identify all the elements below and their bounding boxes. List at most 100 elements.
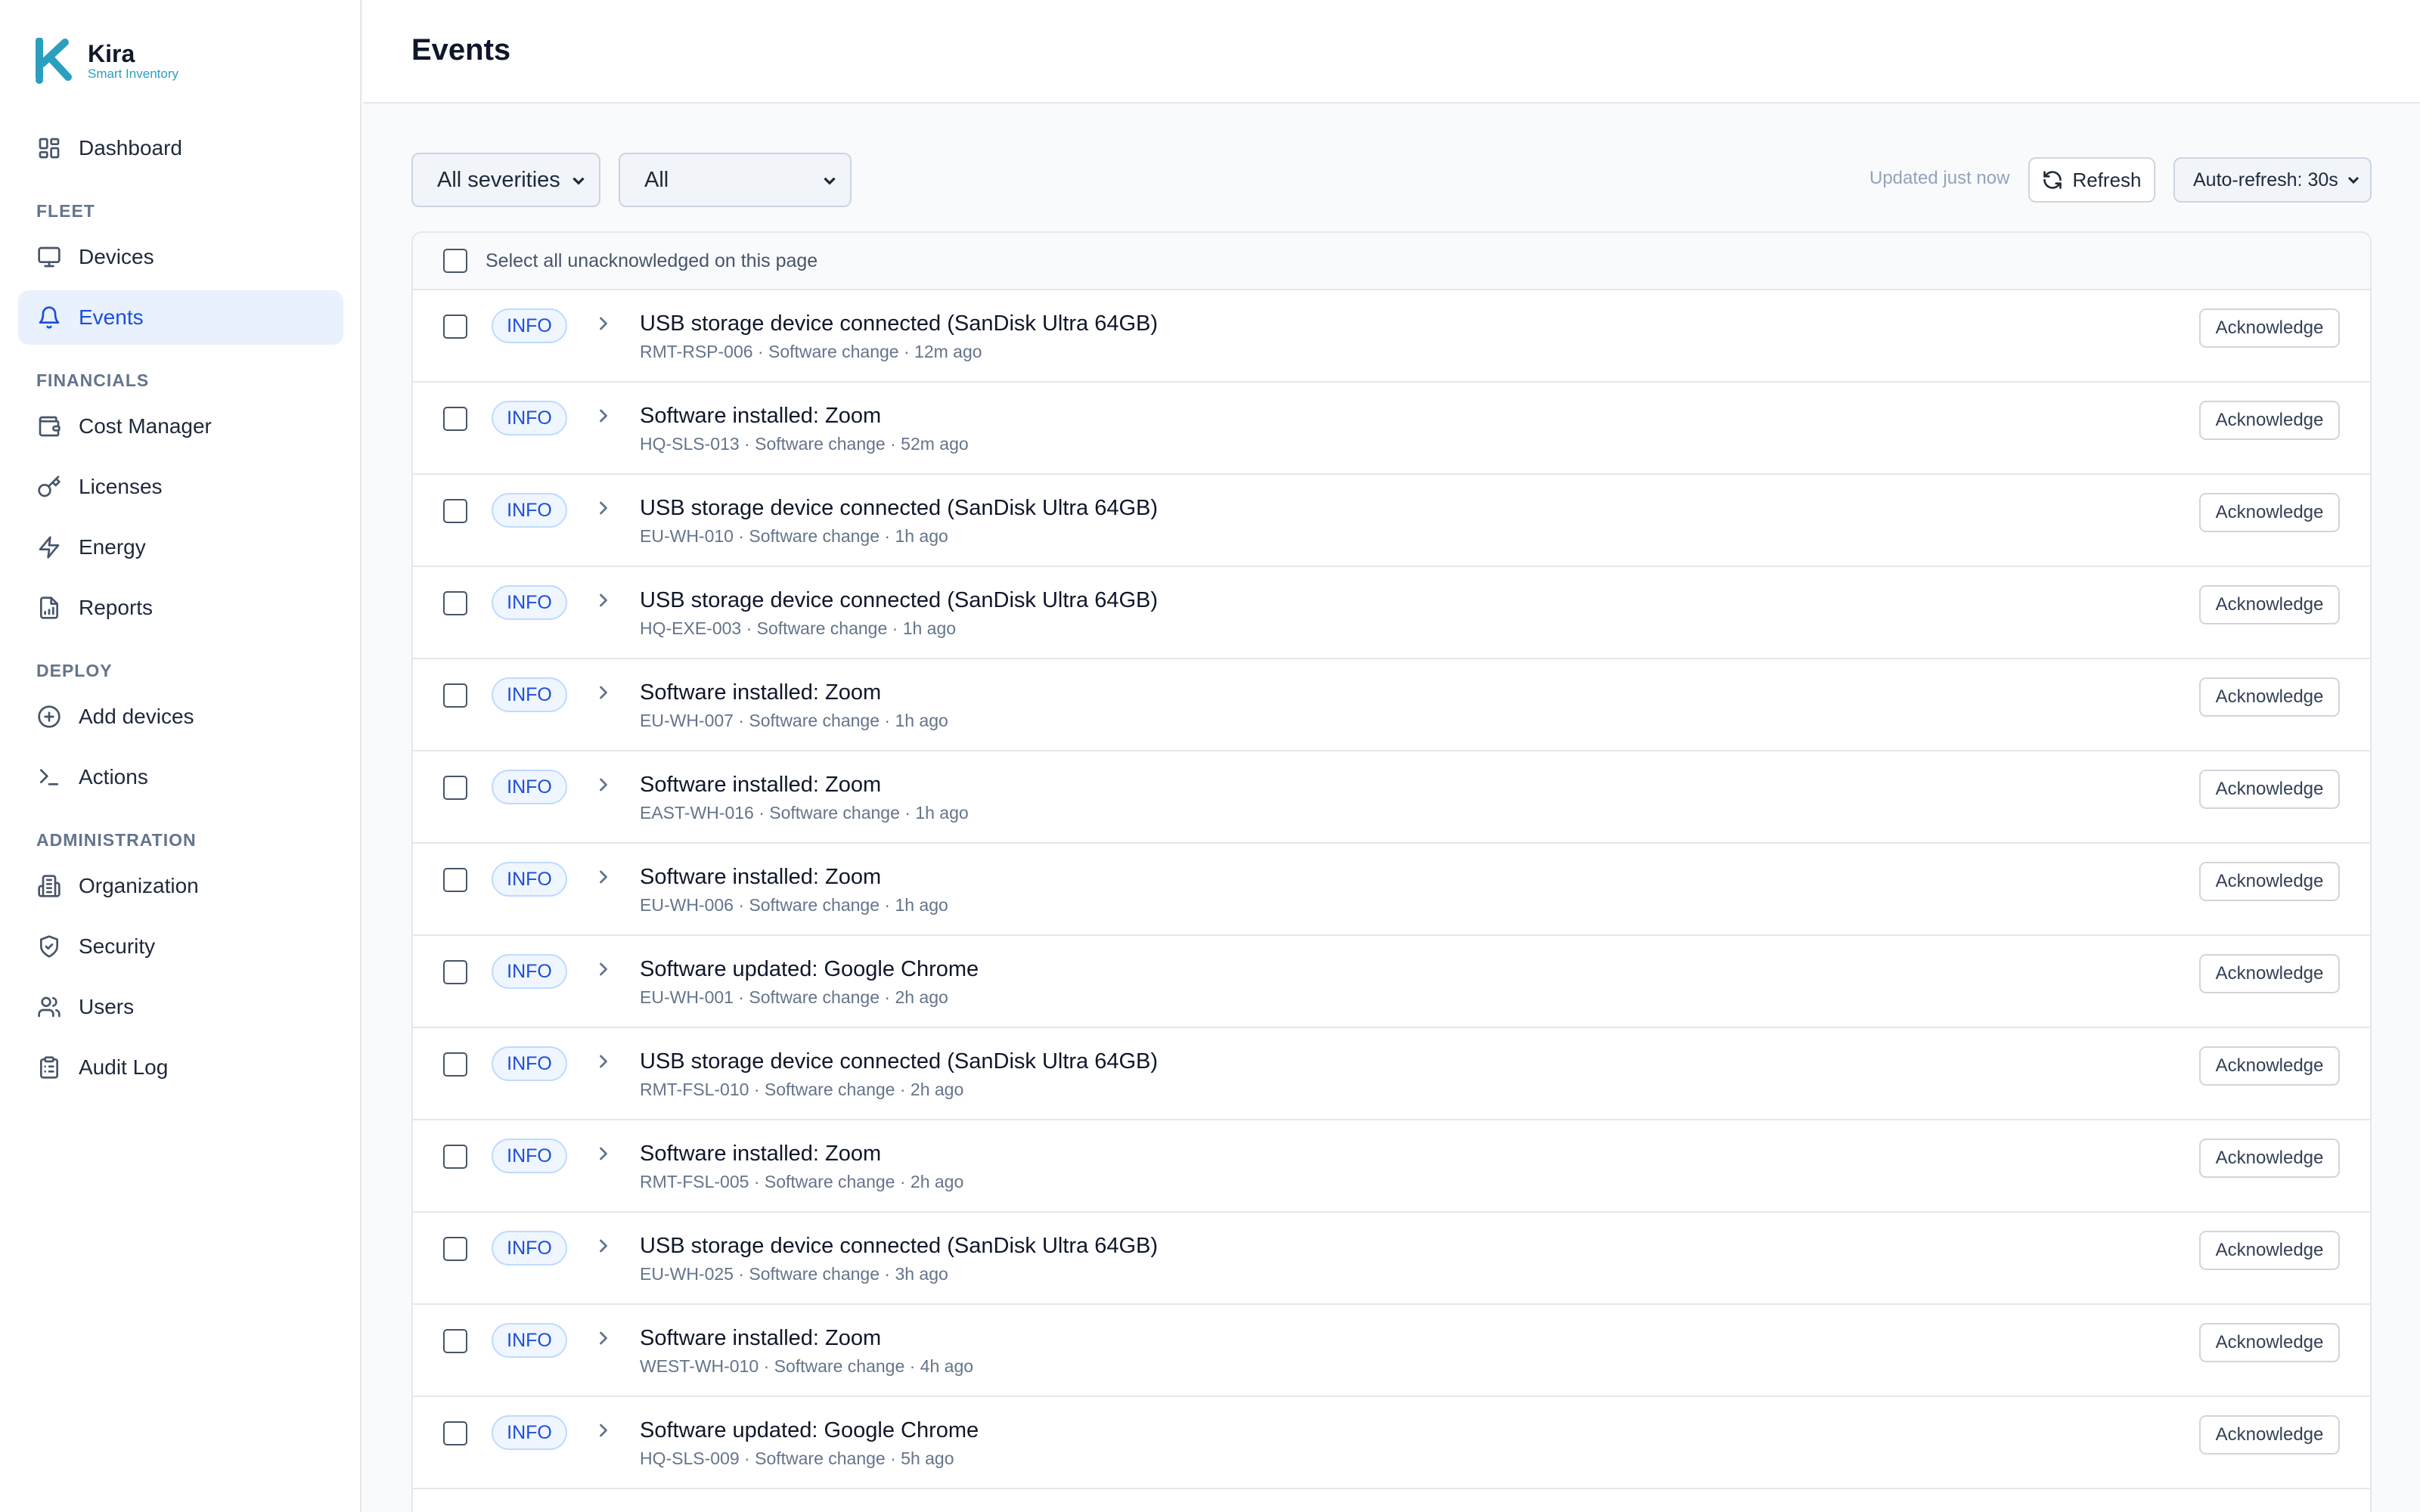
- select-all-label: Select all unacknowledged on this page: [486, 249, 818, 271]
- acknowledge-button[interactable]: Acknowledge: [2199, 1046, 2340, 1086]
- event-checkbox[interactable]: [443, 1329, 467, 1353]
- event-row[interactable]: INFO Software installed: Zoom EAST-WH-016 …: [413, 751, 2370, 844]
- status-select[interactable]: All: [619, 153, 852, 207]
- event-title: Software installed: Zoom: [640, 1326, 882, 1350]
- chevron-right-icon[interactable]: [593, 1051, 614, 1072]
- event-checkbox[interactable]: [443, 499, 467, 523]
- sidebar-item-audit-log[interactable]: Audit Log: [18, 1040, 343, 1095]
- sidebar-item-label: Actions: [79, 765, 148, 789]
- event-row[interactable]: INFO USB storage device connected (SanDis…: [413, 567, 2370, 659]
- chevron-right-icon[interactable]: [593, 497, 614, 519]
- event-checkbox[interactable]: [443, 1052, 467, 1077]
- event-row[interactable]: INFO Software installed: Zoom HQ-SLS-013 ·…: [413, 383, 2370, 475]
- event-row[interactable]: INFO Software updated: Google Chrome EU-WH…: [413, 936, 2370, 1028]
- event-meta: RMT-RSP-006 · Software change · 12m ago: [640, 342, 982, 361]
- sidebar-item-users[interactable]: Users: [18, 980, 343, 1034]
- event-title: USB storage device connected (SanDisk Ul…: [640, 1234, 1159, 1258]
- sidebar-item-energy[interactable]: Energy: [18, 520, 343, 575]
- severity-badge: INFO: [492, 862, 567, 897]
- acknowledge-button[interactable]: Acknowledge: [2199, 1323, 2340, 1362]
- chevron-down-icon: [2344, 171, 2363, 189]
- sidebar-item-label: Reports: [79, 596, 154, 619]
- event-checkbox[interactable]: [443, 1237, 467, 1261]
- chevron-right-icon[interactable]: [593, 313, 614, 334]
- plus-circle-icon: [36, 704, 62, 730]
- chevron-right-icon[interactable]: [593, 959, 614, 980]
- sidebar-item-label: Organization: [79, 874, 199, 897]
- event-meta: HQ-EXE-003 · Software change · 1h ago: [640, 618, 957, 638]
- chevron-right-icon[interactable]: [593, 405, 614, 426]
- event-row[interactable]: INFO Software installed: Zoom RMT-FSL-005 …: [413, 1120, 2370, 1213]
- chevron-right-icon[interactable]: [593, 590, 614, 611]
- dashboard-icon: [36, 135, 62, 161]
- chevron-down-icon: [569, 171, 588, 191]
- event-checkbox[interactable]: [443, 868, 467, 892]
- acknowledge-button[interactable]: Acknowledge: [2199, 1139, 2340, 1178]
- event-row[interactable]: INFO Software updated: Google Chrome HQ-SL…: [413, 1397, 2370, 1489]
- event-checkbox[interactable]: [443, 1145, 467, 1169]
- sidebar-item-devices[interactable]: Devices: [18, 230, 343, 284]
- chevron-right-icon[interactable]: [593, 1328, 614, 1349]
- chevron-right-icon[interactable]: [593, 682, 614, 703]
- event-title: Software installed: Zoom: [640, 773, 882, 797]
- event-checkbox[interactable]: [443, 683, 467, 708]
- users-icon: [36, 994, 62, 1020]
- acknowledge-button[interactable]: Acknowledge: [2199, 954, 2340, 993]
- event-checkbox[interactable]: [443, 314, 467, 339]
- sidebar-item-label: Events: [79, 305, 144, 329]
- acknowledge-button[interactable]: Acknowledge: [2199, 308, 2340, 348]
- acknowledge-button[interactable]: Acknowledge: [2199, 770, 2340, 809]
- event-meta: EU-WH-006 · Software change · 1h ago: [640, 895, 948, 915]
- acknowledge-button[interactable]: Acknowledge: [2199, 585, 2340, 624]
- sidebar-item-label: Add devices: [79, 705, 194, 728]
- chevron-right-icon[interactable]: [593, 866, 614, 888]
- event-checkbox[interactable]: [443, 960, 467, 984]
- severity-badge: INFO: [492, 677, 567, 712]
- event-row[interactable]: INFO USB storage device connected (SanDis…: [413, 290, 2370, 383]
- sidebar-item-licenses[interactable]: Licenses: [18, 460, 343, 514]
- sidebar-item-cost-manager[interactable]: Cost Manager: [18, 399, 343, 454]
- event-row[interactable]: INFO USB storage device connected (SanDis…: [413, 1028, 2370, 1120]
- select-all-checkbox[interactable]: [443, 249, 467, 273]
- event-row[interactable]: INFO Software installed: Zoom EU-WH-006 · …: [413, 844, 2370, 936]
- event-meta: EU-WH-025 · Software change · 3h ago: [640, 1264, 948, 1284]
- event-checkbox[interactable]: [443, 776, 467, 800]
- chevron-right-icon[interactable]: [593, 1420, 614, 1441]
- auto-refresh-select[interactable]: Auto-refresh: 30s: [2173, 157, 2372, 203]
- event-checkbox[interactable]: [443, 1421, 467, 1445]
- chevron-right-icon[interactable]: [593, 1143, 614, 1164]
- logo[interactable]: Kira Smart Inventory: [35, 38, 178, 85]
- list-header: Select all unacknowledged on this page: [413, 233, 2370, 290]
- acknowledge-button[interactable]: Acknowledge: [2199, 677, 2340, 717]
- acknowledge-button[interactable]: Acknowledge: [2199, 1415, 2340, 1455]
- kira-logo-icon: [36, 38, 72, 84]
- acknowledge-button[interactable]: Acknowledge: [2199, 862, 2340, 901]
- event-row[interactable]: INFO USB storage device connected (SanDis…: [413, 475, 2370, 567]
- acknowledge-button[interactable]: Acknowledge: [2199, 493, 2340, 532]
- event-meta: EU-WH-007 · Software change · 1h ago: [640, 711, 948, 730]
- acknowledge-button[interactable]: Acknowledge: [2199, 1231, 2340, 1270]
- sidebar-item-add-devices[interactable]: Add devices: [18, 689, 343, 744]
- events-rows: INFO USB storage device connected (SanDis…: [413, 290, 2370, 1489]
- sidebar-item-reports[interactable]: Reports: [18, 581, 343, 635]
- event-row[interactable]: INFO Software installed: Zoom WEST-WH-010 …: [413, 1305, 2370, 1397]
- acknowledge-button[interactable]: Acknowledge: [2199, 401, 2340, 440]
- event-row[interactable]: INFO USB storage device connected (SanDis…: [413, 1213, 2370, 1305]
- severity-badge: INFO: [492, 1046, 567, 1081]
- event-row[interactable]: INFO Software installed: Zoom EU-WH-007 · …: [413, 659, 2370, 751]
- refresh-button[interactable]: Refresh: [2028, 157, 2155, 203]
- app-tagline: Smart Inventory: [88, 67, 178, 81]
- event-checkbox[interactable]: [443, 591, 467, 615]
- sidebar-item-dashboard[interactable]: Dashboard: [18, 121, 343, 175]
- chevron-right-icon[interactable]: [593, 1235, 614, 1256]
- sidebar-item-actions[interactable]: Actions: [18, 750, 343, 804]
- sidebar-item-security[interactable]: Security: [18, 919, 343, 974]
- sidebar-item-label: Licenses: [79, 475, 163, 498]
- chevron-right-icon[interactable]: [593, 774, 614, 795]
- sidebar-item-organization[interactable]: Organization: [18, 859, 343, 913]
- sidebar-item-events[interactable]: Events: [18, 290, 343, 345]
- auto-refresh-value: Auto-refresh: 30s: [2193, 169, 2338, 191]
- event-checkbox[interactable]: [443, 407, 467, 431]
- section-financials: FINANCIALS: [36, 370, 150, 390]
- severity-select[interactable]: All severities: [411, 153, 600, 207]
